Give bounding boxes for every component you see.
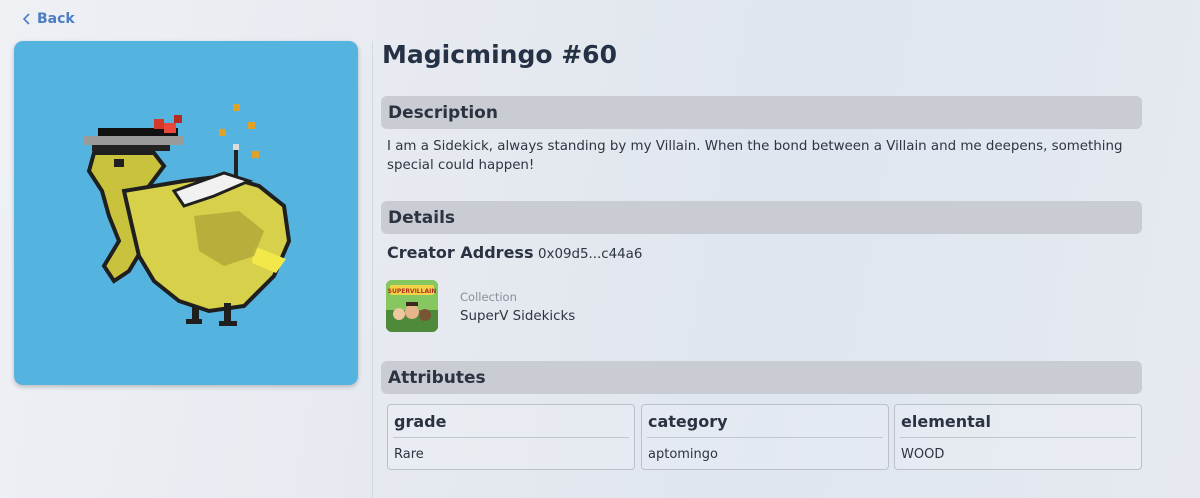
description-heading: Description — [388, 102, 498, 123]
back-link[interactable]: Back — [22, 11, 75, 27]
back-label: Back — [37, 11, 75, 27]
nft-image — [14, 41, 358, 385]
attribute-divider — [393, 437, 629, 438]
attribute-card-grade: grade Rare — [387, 404, 635, 470]
details-header: Details — [381, 201, 1142, 234]
collection-label: Collection — [460, 290, 517, 304]
attribute-divider — [647, 437, 883, 438]
attribute-name: elemental — [901, 412, 992, 431]
column-divider — [372, 41, 373, 498]
details-heading: Details — [388, 207, 456, 228]
attributes-header: Attributes — [381, 361, 1142, 394]
attribute-value: aptomingo — [648, 447, 718, 462]
collection-name-link[interactable]: SuperV Sidekicks — [460, 309, 575, 324]
attribute-card-elemental: elemental WOOD — [894, 404, 1142, 470]
attribute-name: grade — [394, 412, 447, 431]
collection-logo-text: SUPERVILLAIN — [388, 288, 437, 295]
attribute-card-category: category aptomingo — [641, 404, 889, 470]
attribute-value: WOOD — [901, 447, 945, 462]
creator-address-value[interactable]: 0x09d5...c44a6 — [538, 247, 642, 262]
attribute-divider — [900, 437, 1136, 438]
page-title: Magicmingo #60 — [382, 40, 617, 69]
attributes-heading: Attributes — [388, 367, 486, 388]
description-header: Description — [381, 96, 1142, 129]
attribute-name: category — [648, 412, 728, 431]
attribute-value: Rare — [394, 447, 424, 462]
description-text: I am a Sidekick, always standing by my V… — [387, 139, 1123, 173]
collection-logo[interactable]: SUPERVILLAIN — [386, 280, 438, 332]
chevron-left-icon — [22, 13, 30, 25]
creator-address-label: Creator Address — [387, 243, 534, 262]
